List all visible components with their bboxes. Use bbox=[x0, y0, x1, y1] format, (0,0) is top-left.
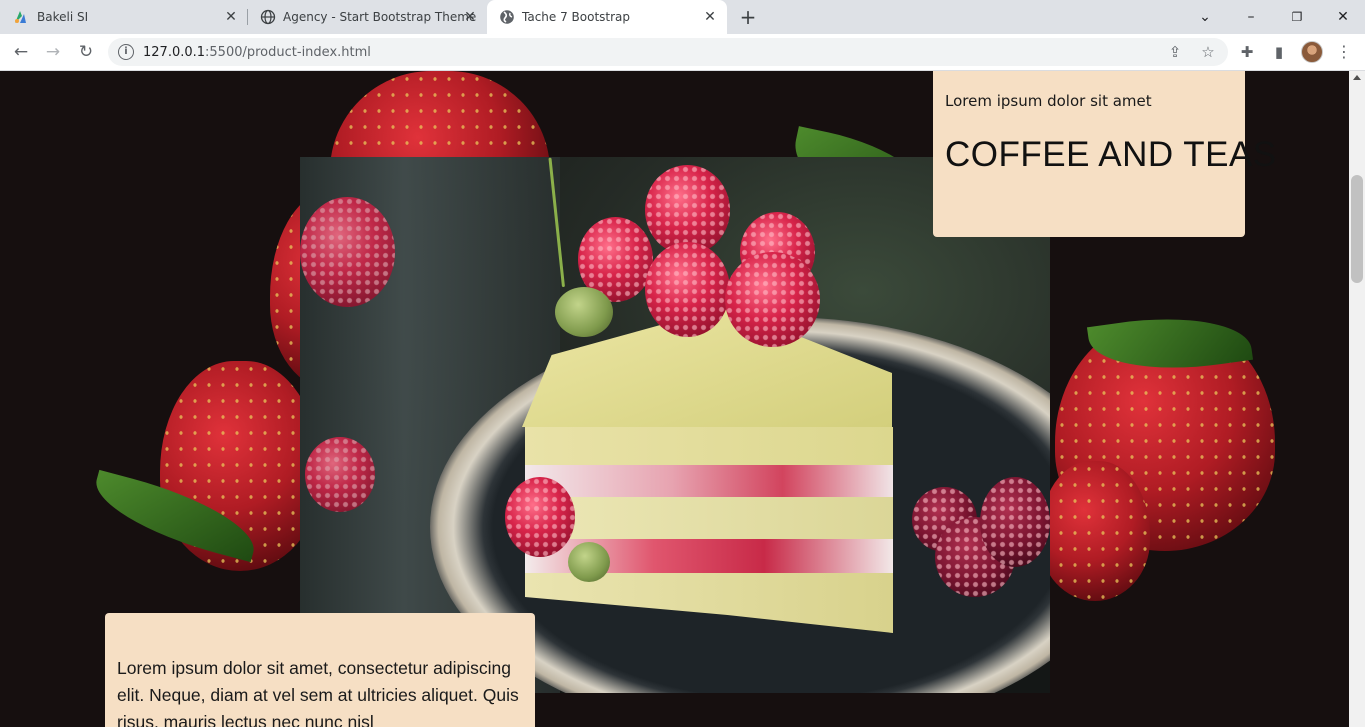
bookmark-star-icon[interactable]: ☆ bbox=[1197, 41, 1219, 63]
address-bar[interactable]: i 127.0.0.1:5500/product-index.html ⇪ ☆ bbox=[108, 38, 1228, 66]
tab-title: Bakeli SI bbox=[37, 10, 89, 24]
globe-icon bbox=[500, 10, 514, 24]
cake-cream-layer bbox=[525, 465, 893, 499]
unripe-raspberry bbox=[568, 542, 610, 582]
forward-arrow-icon[interactable]: → bbox=[42, 41, 64, 63]
close-tab-icon[interactable]: ✕ bbox=[224, 10, 238, 24]
site-info-icon[interactable]: i bbox=[118, 44, 134, 60]
card-heading: COFFEE AND TEAS bbox=[945, 135, 1277, 174]
tab-search-chevron-icon[interactable]: ⌄ bbox=[1194, 6, 1216, 28]
share-icon[interactable]: ⇪ bbox=[1164, 41, 1186, 63]
page-viewport: Lorem ipsum dolor sit amet COFFEE AND TE… bbox=[0, 71, 1349, 727]
side-panel-icon[interactable]: ▮ bbox=[1268, 41, 1290, 63]
url-text: 127.0.0.1:5500/product-index.html bbox=[143, 45, 371, 60]
more-menu-icon[interactable]: ⋮ bbox=[1333, 41, 1355, 63]
cake-sponge-layer bbox=[525, 497, 893, 541]
close-tab-icon[interactable]: ✕ bbox=[463, 10, 477, 24]
browser-tab-strip: Bakeli SI ✕ Agency - Start Bootstrap The… bbox=[0, 0, 1365, 34]
restore-window-icon[interactable]: ❐ bbox=[1286, 6, 1308, 28]
new-tab-button[interactable]: + bbox=[738, 7, 758, 27]
dark-raspberry bbox=[980, 477, 1050, 567]
raspberry bbox=[300, 197, 395, 307]
tab-title: Agency - Start Bootstrap Theme bbox=[283, 10, 477, 24]
scrollbar-thumb[interactable] bbox=[1351, 175, 1363, 283]
minimize-icon[interactable]: – bbox=[1240, 6, 1262, 28]
cake-sponge-layer bbox=[525, 427, 893, 467]
tab-bakeli[interactable]: Bakeli SI ✕ bbox=[0, 0, 245, 34]
profile-avatar[interactable] bbox=[1301, 41, 1323, 63]
tab-title: Tache 7 Bootstrap bbox=[522, 10, 631, 24]
globe-icon bbox=[260, 9, 276, 25]
coffee-teas-card: Lorem ipsum dolor sit amet COFFEE AND TE… bbox=[933, 71, 1276, 237]
vertical-scrollbar[interactable] bbox=[1349, 71, 1365, 727]
description-paragraph: Lorem ipsum dolor sit amet, consectetur … bbox=[117, 658, 519, 727]
raspberry bbox=[305, 437, 375, 512]
tab-tache7-active[interactable]: Tache 7 Bootstrap ✕ bbox=[487, 0, 727, 34]
close-tab-icon[interactable]: ✕ bbox=[703, 10, 717, 24]
raspberry bbox=[505, 477, 575, 557]
raspberry bbox=[645, 242, 730, 337]
extensions-puzzle-icon[interactable]: ✚ bbox=[1236, 41, 1258, 63]
back-arrow-icon[interactable]: ← bbox=[10, 41, 32, 63]
url-host: 127.0.0.1 bbox=[143, 45, 206, 60]
scroll-up-arrow-icon[interactable] bbox=[1353, 75, 1361, 80]
reload-icon[interactable]: ↻ bbox=[75, 41, 97, 63]
bakeli-logo-icon bbox=[15, 11, 26, 23]
card-kicker: Lorem ipsum dolor sit amet bbox=[945, 92, 1152, 110]
tab-agency[interactable]: Agency - Start Bootstrap Theme ✕ bbox=[248, 0, 488, 34]
close-window-icon[interactable]: ✕ bbox=[1332, 6, 1354, 28]
background-strawberry bbox=[1040, 461, 1150, 601]
description-card: Lorem ipsum dolor sit amet, consectetur … bbox=[105, 613, 535, 727]
url-path: :5500/product-index.html bbox=[205, 45, 371, 60]
browser-toolbar: ← → ↻ i 127.0.0.1:5500/product-index.htm… bbox=[0, 34, 1365, 71]
unripe-raspberry bbox=[555, 287, 613, 337]
raspberry bbox=[725, 252, 820, 347]
